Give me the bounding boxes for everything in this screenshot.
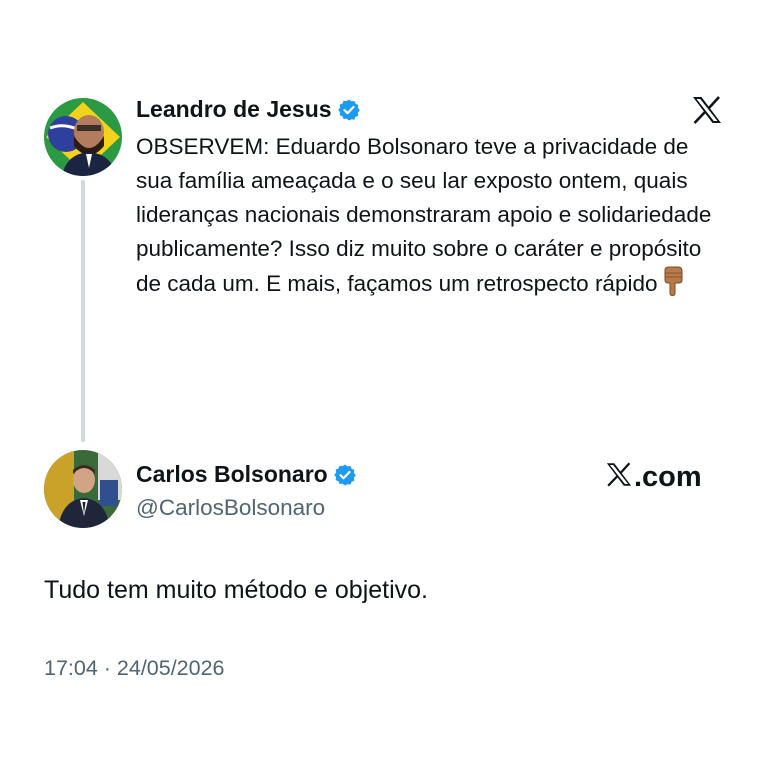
x-com-brand[interactable]: .com (606, 462, 702, 492)
quoted-tweet-body: OBSERVEM: Eduardo Bolsonaro teve a priva… (136, 134, 712, 296)
site-suffix: .com (634, 460, 702, 493)
verified-badge-icon (333, 463, 357, 487)
quoted-tweet-text: OBSERVEM: Eduardo Bolsonaro teve a priva… (136, 130, 726, 306)
author-handle[interactable]: @CarlosBolsonaro (136, 495, 325, 521)
main-tweet-text: Tudo tem muito método e objetivo. (44, 576, 428, 604)
thread-connector-line (81, 180, 85, 442)
author-name[interactable]: Leandro de Jesus (136, 96, 332, 123)
tweet-timestamp[interactable]: 17:04 · 24/05/2026 (44, 656, 225, 681)
quoted-author-row: Leandro de Jesus (136, 96, 361, 123)
x-logo-icon (606, 462, 632, 492)
x-logo-icon[interactable] (692, 96, 722, 124)
avatar-carlos[interactable] (44, 450, 122, 528)
main-author-row: Carlos Bolsonaro (136, 461, 357, 488)
verified-badge-icon (337, 98, 361, 122)
author-name[interactable]: Carlos Bolsonaro (136, 461, 328, 488)
avatar-leandro[interactable] (44, 98, 122, 176)
pointing-down-hand-icon (662, 266, 684, 306)
